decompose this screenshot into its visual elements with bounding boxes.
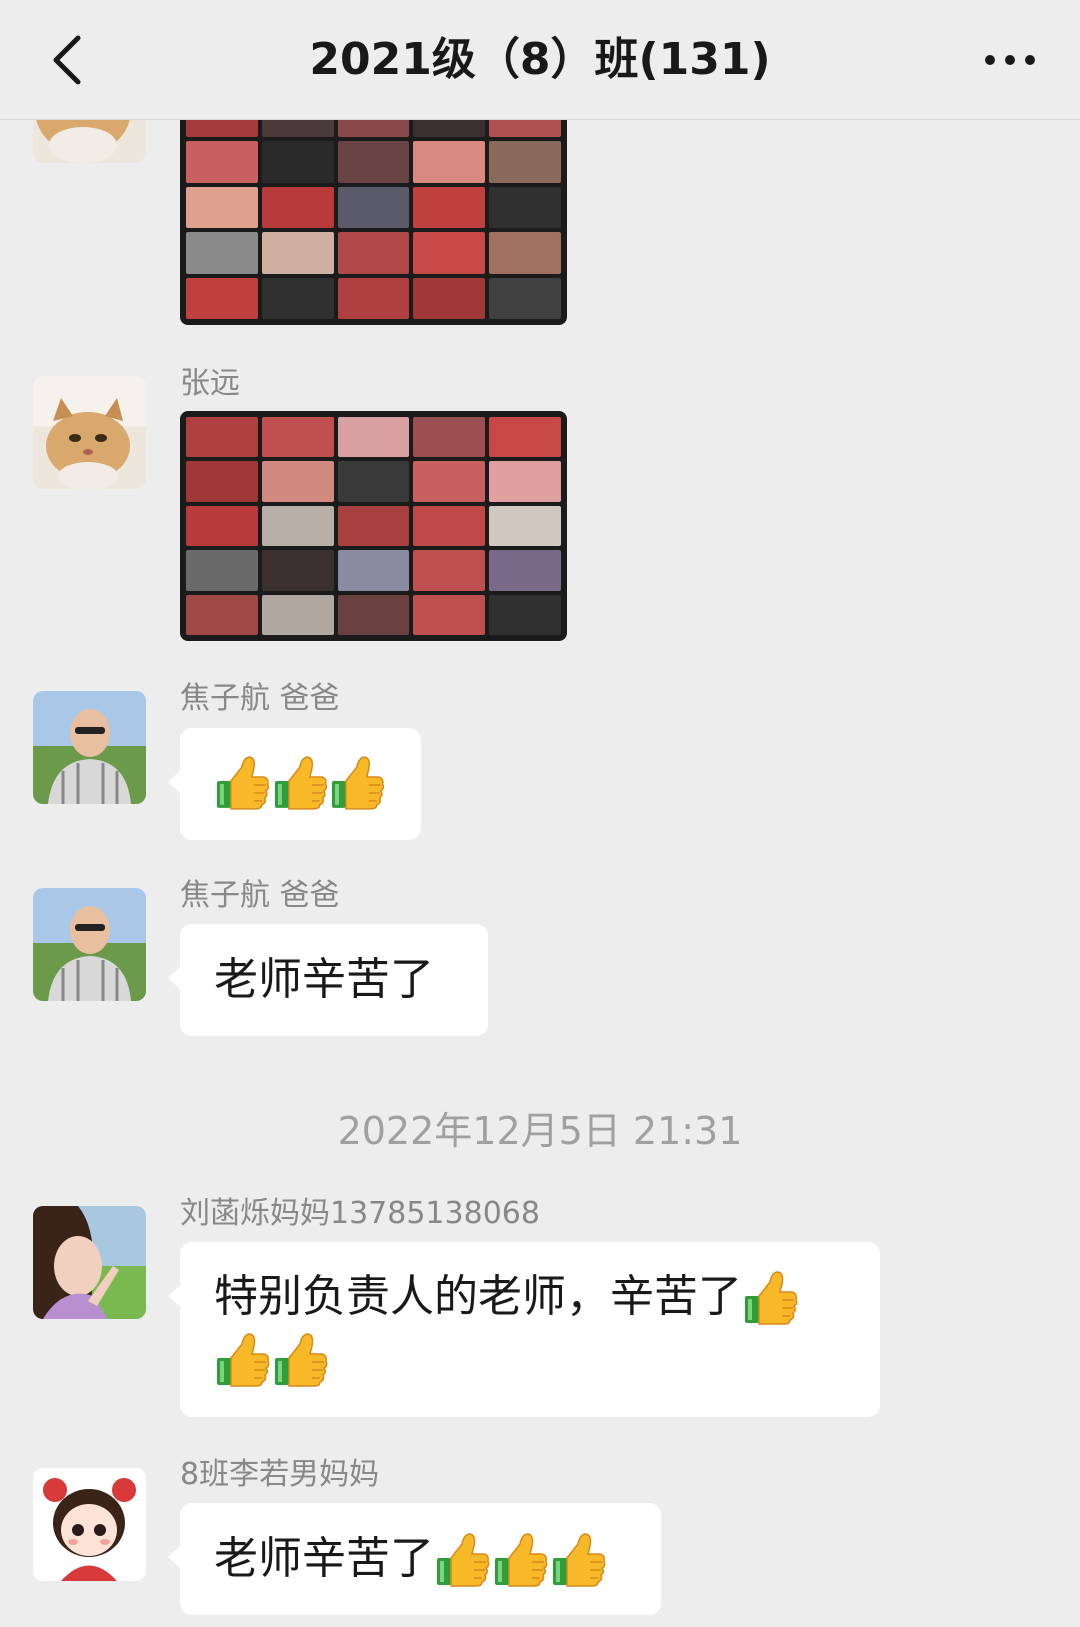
thumbs-up-icon bbox=[272, 1330, 328, 1388]
thumbs-up-icon bbox=[434, 1530, 490, 1588]
thumbs-up-icon bbox=[214, 1330, 270, 1388]
thumbs-up-icon bbox=[492, 1530, 548, 1588]
back-button[interactable] bbox=[36, 30, 96, 90]
message-text: 老师辛苦了 bbox=[214, 954, 434, 1005]
man-avatar-icon bbox=[33, 888, 146, 1001]
avatar[interactable] bbox=[33, 1468, 146, 1581]
message-bubble[interactable]: 老师辛苦了 bbox=[168, 1503, 661, 1615]
chevron-left-icon bbox=[53, 35, 81, 85]
ellipsis-icon bbox=[985, 55, 995, 65]
message-bubble[interactable]: 老师辛苦了 bbox=[168, 924, 488, 1036]
sender-name: 刘菡烁妈妈13785138068 bbox=[180, 1196, 540, 1231]
video-grid-image bbox=[186, 417, 561, 635]
more-button[interactable] bbox=[970, 30, 1050, 90]
cartoon-girl-avatar-icon bbox=[33, 1468, 146, 1581]
message-text: 特别负责人的老师，辛苦了 bbox=[214, 1271, 742, 1322]
message-text: 老师辛苦了 bbox=[214, 1533, 434, 1584]
thumbs-up-icon bbox=[214, 753, 270, 811]
avatar[interactable] bbox=[33, 1206, 146, 1319]
sender-name: 焦子航 爸爸 bbox=[180, 681, 340, 716]
message-bubble[interactable]: 特别负责人的老师，辛苦了 bbox=[168, 1242, 880, 1417]
sender-name: 8班李若男妈妈 bbox=[180, 1457, 380, 1492]
chat-title: 2021级（8）班(131) bbox=[309, 34, 771, 85]
ellipsis-dot bbox=[1025, 55, 1035, 65]
avatar[interactable] bbox=[33, 888, 146, 1001]
woman-avatar-icon bbox=[33, 1206, 146, 1319]
ellipsis-dot bbox=[1005, 55, 1015, 65]
timestamp: 2022年12月5日 21:31 bbox=[337, 1109, 743, 1153]
thumbs-up-icon bbox=[329, 753, 385, 811]
thumbs-up-icon bbox=[272, 753, 328, 811]
thumbs-up-icon bbox=[742, 1268, 798, 1326]
avatar[interactable] bbox=[33, 376, 146, 489]
image-message[interactable] bbox=[180, 411, 567, 641]
sender-name: 张远 bbox=[180, 366, 240, 401]
avatar[interactable] bbox=[33, 691, 146, 804]
sender-name: 焦子航 爸爸 bbox=[180, 878, 340, 913]
man-avatar-icon bbox=[33, 691, 146, 804]
message-bubble[interactable] bbox=[168, 728, 421, 840]
navigation-bar: 2021级（8）班(131) bbox=[0, 0, 1080, 120]
image-message[interactable] bbox=[180, 90, 567, 325]
thumbs-up-icon bbox=[550, 1530, 606, 1588]
video-grid-image bbox=[186, 96, 561, 319]
cat-avatar-icon bbox=[33, 376, 146, 489]
chat-area[interactable]: 张远 焦子航 爸爸 焦子航 爸爸 老师辛苦了 2022年12月5日 21:31 … bbox=[0, 0, 1080, 1627]
